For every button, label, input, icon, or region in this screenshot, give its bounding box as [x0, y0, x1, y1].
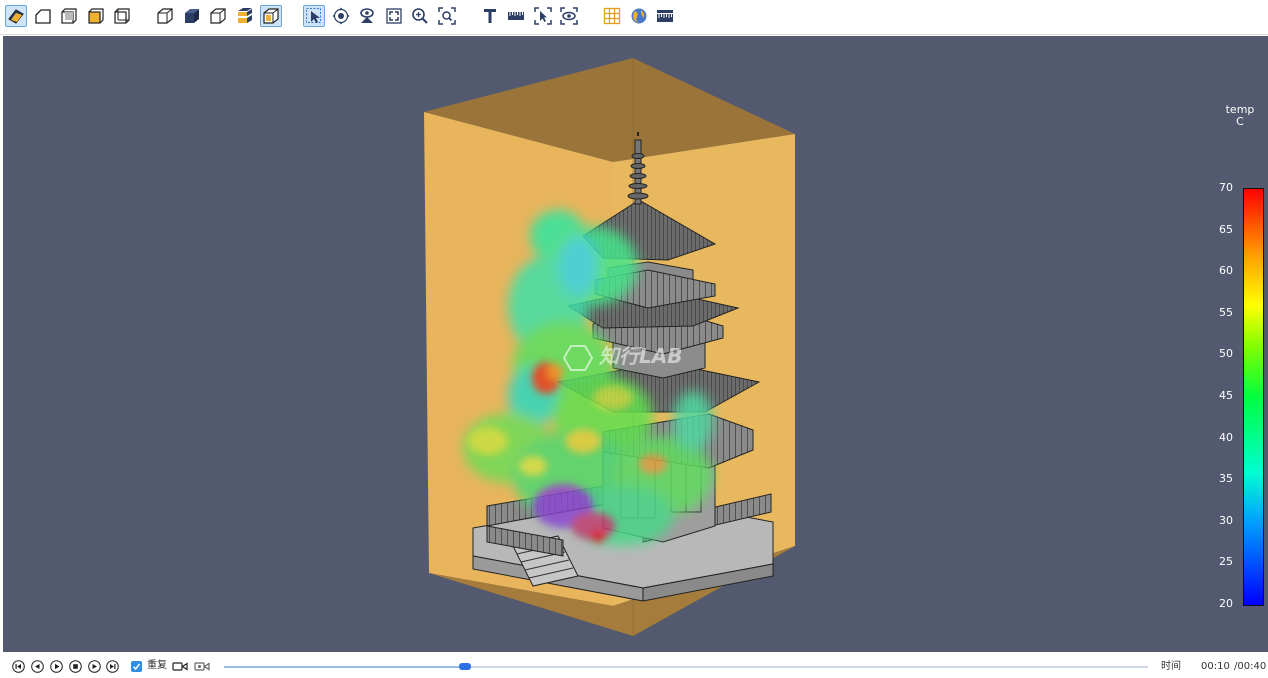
zoom-box-button[interactable] — [436, 5, 458, 27]
film-camera-icon — [194, 662, 210, 671]
camera-view-icon — [360, 8, 374, 23]
wire-box-button[interactable] — [111, 5, 133, 27]
view-box-button[interactable] — [58, 5, 80, 27]
timeline-thumb[interactable] — [459, 663, 472, 670]
first-frame-button[interactable] — [12, 660, 25, 673]
grid-icon — [603, 7, 621, 25]
legend-tick-label: 30 — [1219, 513, 1233, 527]
current-time: 00:10 — [1201, 661, 1230, 672]
layer-slice-button[interactable] — [234, 5, 256, 27]
legend-unit: C — [1236, 115, 1244, 128]
open-file-icon — [8, 9, 24, 24]
globe-view-button[interactable] — [628, 5, 650, 27]
legend-tick-label: 50 — [1219, 347, 1233, 361]
outline-cube-button[interactable] — [207, 5, 229, 27]
select-cursor-icon — [306, 8, 321, 23]
zoom-in-icon — [412, 8, 429, 24]
scale-bar-icon — [657, 10, 674, 22]
wireframe-cube-icon — [157, 8, 173, 24]
legend-tick-label: 70 — [1219, 181, 1233, 194]
ruler-button[interactable] — [505, 5, 527, 27]
outline-box-button[interactable] — [260, 5, 283, 27]
solid-cube-button[interactable] — [181, 5, 203, 27]
playback-bar: 重复 时间 00:10 /00:40 — [0, 654, 1268, 678]
legend-tick-label: 60 — [1219, 264, 1233, 278]
color-scale-bar — [1243, 188, 1264, 606]
next-frame-button[interactable] — [88, 660, 101, 673]
legend-tick-label: 25 — [1219, 555, 1233, 569]
orbit-icon — [332, 7, 350, 25]
text-annotation-button[interactable] — [479, 5, 501, 27]
grid-button[interactable] — [601, 5, 623, 27]
pick-select-button[interactable] — [532, 5, 554, 27]
last-frame-icon — [106, 660, 119, 673]
legend-tick-label: 55 — [1219, 305, 1233, 319]
globe-icon — [631, 8, 647, 24]
time-label: 时间 — [1161, 661, 1181, 672]
timeline-slider[interactable] — [224, 663, 1148, 670]
last-frame-button[interactable] — [106, 660, 119, 673]
previous-frame-icon — [31, 660, 44, 673]
legend-tick-label: 40 — [1219, 430, 1233, 444]
watermark-text: 知行LAB — [599, 344, 683, 368]
lab-logo-icon — [563, 344, 593, 371]
play-icon — [50, 660, 63, 673]
timeline-progress — [224, 666, 466, 668]
box-view-icon — [61, 8, 77, 24]
watermark: 知行LAB — [563, 340, 682, 371]
record-video-button[interactable] — [172, 660, 188, 673]
solid-cube-icon — [184, 9, 199, 23]
zoom-button[interactable] — [409, 5, 431, 27]
open-file-button[interactable] — [5, 5, 27, 27]
repeat-checkbox[interactable] — [131, 661, 142, 672]
colored-box-icon — [88, 8, 104, 24]
previous-frame-button[interactable] — [31, 660, 44, 673]
repeat-label: 重复 — [147, 660, 167, 671]
zoom-box-icon — [438, 7, 456, 25]
legend-tick-label: 35 — [1219, 472, 1233, 486]
legend-tick-label: 20 — [1219, 597, 1233, 610]
export-animation-button[interactable] — [194, 660, 210, 673]
legend-tick-label: 45 — [1219, 389, 1233, 402]
color-legend: temp C 70 65 60 55 50 45 40 35 30 25 20 — [1209, 96, 1268, 610]
checkmark-icon — [132, 663, 141, 671]
total-time: /00:40 — [1234, 661, 1267, 672]
ruler-icon — [508, 12, 525, 20]
wire-box-icon — [114, 8, 130, 24]
eye-icon — [560, 7, 579, 25]
text-icon — [483, 9, 496, 23]
pan-view-button[interactable] — [356, 5, 378, 27]
next-frame-icon — [88, 660, 101, 673]
stop-button[interactable] — [69, 660, 82, 673]
outline-box-icon — [263, 8, 279, 24]
outline-cube-icon — [210, 8, 226, 24]
wireframe-cube-button[interactable] — [154, 5, 176, 27]
layer-slice-icon — [237, 8, 252, 23]
3d-viewport[interactable]: 知行LAB temp C 70 65 60 55 50 45 40 35 30 25 20 — [3, 36, 1268, 652]
page-outline-icon — [34, 9, 51, 24]
first-frame-icon — [12, 660, 25, 673]
fit-view-button[interactable] — [383, 5, 405, 27]
stop-icon — [69, 660, 82, 673]
scale-bar-button[interactable] — [654, 5, 676, 27]
reset-model-button[interactable] — [32, 5, 54, 27]
video-camera-icon — [172, 662, 188, 671]
legend-tick-label: 65 — [1219, 222, 1233, 236]
visibility-button[interactable] — [558, 5, 580, 27]
pick-cursor-icon — [534, 7, 552, 25]
view-box-colored-button[interactable] — [85, 5, 107, 27]
fit-view-icon — [386, 8, 402, 24]
play-button[interactable] — [50, 660, 63, 673]
orbit-button[interactable] — [330, 5, 352, 27]
toolbar — [0, 0, 1268, 35]
select-pointer-button[interactable] — [303, 5, 325, 27]
